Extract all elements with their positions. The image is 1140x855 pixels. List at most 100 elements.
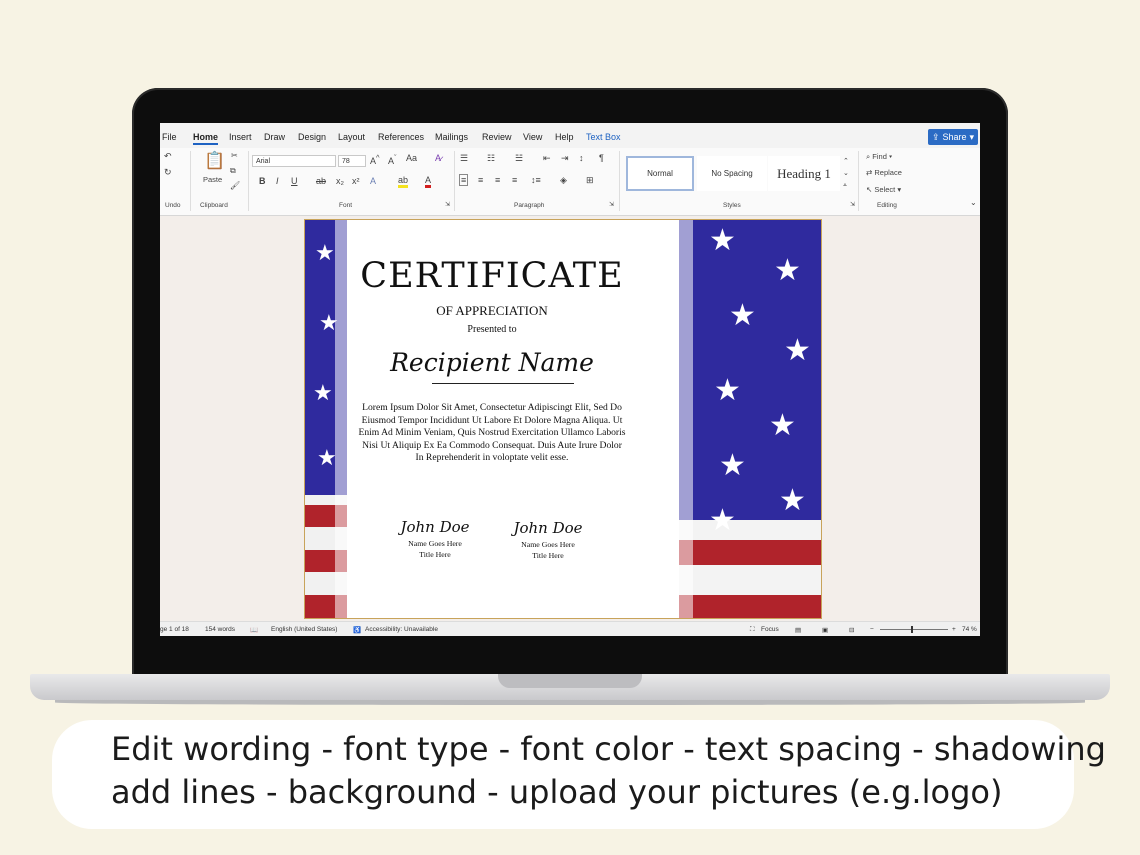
share-icon: ⇪	[931, 131, 940, 142]
underline-icon[interactable]: U	[291, 176, 298, 186]
style-normal[interactable]: Normal	[626, 156, 694, 191]
find-button[interactable]: ⌕ Find ▾	[866, 152, 892, 162]
presented-to-text[interactable]: Presented to	[347, 324, 637, 335]
numbering-icon[interactable]: ☷	[487, 153, 495, 164]
tab-design[interactable]: Design	[298, 132, 326, 142]
tab-draw[interactable]: Draw	[264, 132, 285, 142]
font-size-select[interactable]: 78	[338, 155, 366, 167]
format-painter-icon[interactable]: 🖌	[230, 181, 240, 190]
tab-insert[interactable]: Insert	[229, 132, 252, 142]
style-no-spacing[interactable]: No Spacing	[697, 156, 767, 191]
line-spacing-icon[interactable]: ↕≡	[531, 175, 541, 185]
group-label-editing: Editing	[877, 202, 897, 209]
align-left-icon[interactable]: ≡	[459, 174, 469, 186]
paragraph-dialog-launcher-icon[interactable]: ⇲	[609, 201, 614, 208]
document-page[interactable]: ★ ★ ★ ★ ★ ★ ★ ★ ★ ★ ★ ★ ★ CERTIFICATE OF APP…	[304, 219, 822, 619]
grow-font-icon[interactable]: A^	[370, 153, 380, 166]
strikethrough-icon[interactable]: ab	[316, 176, 326, 186]
tab-file[interactable]: File	[162, 132, 177, 142]
certificate-title[interactable]: CERTIFICATE	[347, 256, 637, 296]
shading-icon[interactable]: ◈	[560, 175, 567, 186]
copy-icon[interactable]: ⧉	[230, 166, 236, 176]
shrink-font-icon[interactable]: Aˇ	[388, 153, 397, 166]
tab-mailings[interactable]: Mailings	[435, 132, 468, 142]
multilevel-list-icon[interactable]: ☱	[515, 153, 523, 164]
proofing-icon[interactable]: 📖	[250, 626, 258, 634]
group-label-styles: Styles	[723, 202, 741, 209]
chevron-down-icon: ▾	[969, 131, 975, 142]
zoom-slider[interactable]	[880, 626, 948, 633]
share-button[interactable]: ⇪ Share ▾	[928, 129, 978, 145]
change-case-icon[interactable]: Aa	[406, 153, 417, 163]
page-count[interactable]: ge 1 of 18	[160, 626, 189, 633]
font-name-select[interactable]: Arial	[252, 155, 336, 167]
signature-script: John Doe	[513, 519, 583, 537]
read-mode-icon[interactable]: ▤	[795, 626, 801, 634]
certificate-body-text[interactable]: Lorem Ipsum Dolor Sit Amet, Consectetur …	[357, 402, 627, 465]
style-heading-1[interactable]: Heading 1	[768, 156, 840, 191]
signature-script: John Doe	[400, 518, 470, 536]
italic-icon[interactable]: I	[276, 176, 279, 186]
replace-button[interactable]: ⇄ Replace	[866, 168, 902, 177]
svg-text:★: ★	[313, 380, 333, 405]
justify-icon[interactable]: ≡	[512, 175, 517, 185]
increase-indent-icon[interactable]: ⇥	[561, 153, 569, 164]
signature-block-1[interactable]: John Doe Name Goes Here Title Here	[385, 516, 485, 560]
sort-icon[interactable]: ↕	[579, 153, 584, 163]
certificate-subtitle[interactable]: OF APPRECIATION	[347, 303, 637, 319]
paste-icon[interactable]: 📋	[204, 151, 225, 171]
svg-text:★: ★	[317, 445, 337, 470]
tab-home[interactable]: Home	[193, 132, 219, 145]
text-effects-icon[interactable]: A	[370, 176, 376, 186]
print-layout-icon[interactable]: ▣	[822, 626, 828, 634]
subscript-icon[interactable]: x₂	[336, 176, 344, 186]
tab-layout[interactable]: Layout	[338, 132, 365, 142]
cut-icon[interactable]: ✂	[231, 151, 238, 160]
tab-help[interactable]: Help	[555, 132, 574, 142]
decrease-indent-icon[interactable]: ⇤	[543, 153, 551, 164]
redo-icon[interactable]: ↻	[164, 167, 172, 178]
bold-icon[interactable]: B	[259, 176, 266, 186]
tab-review[interactable]: Review	[482, 132, 512, 142]
focus-label[interactable]: Focus	[761, 626, 779, 633]
font-dialog-launcher-icon[interactable]: ⇲	[445, 201, 450, 208]
recipient-name[interactable]: Recipient Name	[347, 348, 637, 377]
zoom-level[interactable]: 74 %	[962, 626, 977, 633]
accessibility-status[interactable]: Accessibility: Unavailable	[365, 626, 438, 633]
status-bar: ge 1 of 18 154 words 📖 English (United S…	[160, 621, 980, 636]
styles-scroll-icon[interactable]: ⌃ ⌄ ⩡	[843, 156, 849, 192]
tab-text-box[interactable]: Text Box	[586, 132, 621, 142]
signature-block-2[interactable]: John Doe Name Goes Here Title Here	[498, 517, 598, 561]
find-label: Find	[872, 152, 887, 161]
menu-bar: File Home Insert Draw Design Layout Refe…	[160, 123, 980, 148]
zoom-in-icon[interactable]: +	[952, 626, 956, 633]
align-center-icon[interactable]: ≡	[478, 175, 483, 185]
svg-text:★: ★	[784, 334, 811, 367]
superscript-icon[interactable]: x²	[352, 176, 360, 186]
tab-view[interactable]: View	[523, 132, 542, 142]
zoom-out-icon[interactable]: −	[870, 626, 874, 633]
zoom-slider-thumb[interactable]	[910, 626, 913, 633]
ribbon-separator	[454, 151, 455, 211]
collapse-ribbon-icon[interactable]: ⌄	[970, 198, 977, 207]
svg-text:★: ★	[709, 504, 736, 537]
accessibility-icon[interactable]: ♿	[353, 626, 361, 634]
paste-label[interactable]: Paste	[203, 175, 222, 184]
svg-text:★: ★	[779, 484, 806, 517]
highlight-color-icon[interactable]: ab	[398, 176, 409, 188]
signature-name: Name Goes Here	[408, 539, 462, 548]
language-status[interactable]: English (United States)	[271, 626, 337, 633]
undo-icon[interactable]: ↶	[164, 151, 172, 162]
clear-formatting-icon[interactable]: A̷	[435, 153, 441, 163]
web-layout-icon[interactable]: ⊟	[849, 626, 854, 634]
tab-references[interactable]: References	[378, 132, 424, 142]
font-color-icon[interactable]: A	[425, 176, 432, 188]
styles-dialog-launcher-icon[interactable]: ⇲	[850, 201, 855, 208]
focus-icon[interactable]: ⛶	[750, 626, 755, 634]
pilcrow-icon[interactable]: ¶	[599, 153, 604, 163]
word-count[interactable]: 154 words	[205, 626, 235, 633]
align-right-icon[interactable]: ≡	[495, 175, 500, 185]
select-button[interactable]: ↖ Select ▾	[866, 185, 901, 194]
bullets-icon[interactable]: ☰	[460, 153, 468, 164]
borders-icon[interactable]: ⊞	[586, 175, 594, 186]
